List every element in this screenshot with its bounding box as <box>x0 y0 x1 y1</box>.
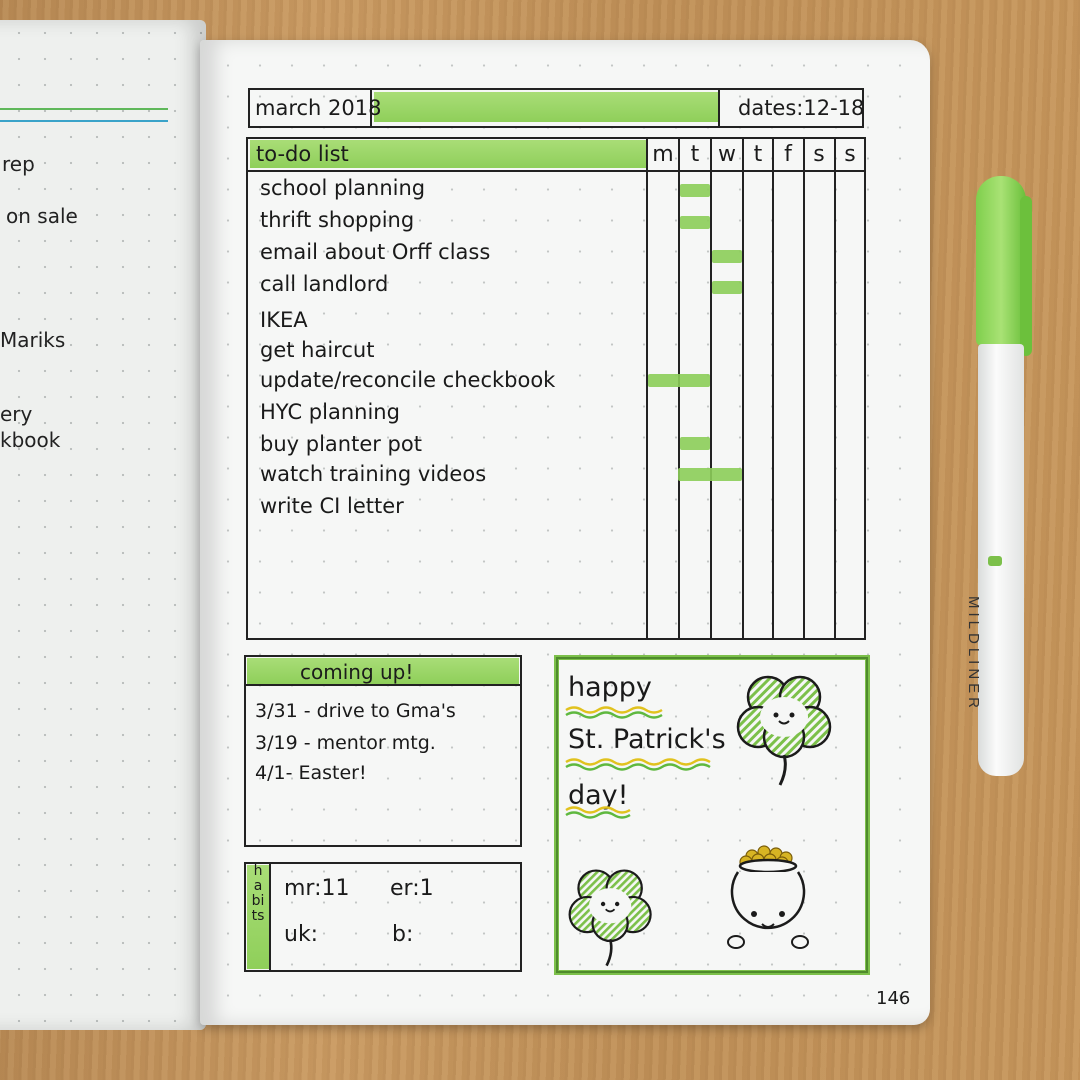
left-fragment: kbook <box>0 428 61 452</box>
day-column-line <box>678 137 680 640</box>
blue-rule-line <box>0 120 168 122</box>
day-header: s <box>813 142 825 167</box>
header-highlight <box>374 92 718 122</box>
decorative-waves <box>565 706 711 819</box>
habits-divider <box>269 862 271 972</box>
dates-label: dates:12-18 <box>738 96 865 120</box>
mildliner-marker: MILDLINER <box>965 176 1032 806</box>
event-item: 3/31 - drive to Gma's <box>255 700 456 722</box>
todo-item: HYC planning <box>260 400 400 424</box>
completion-mark <box>680 184 710 197</box>
left-page: rep on sale Mariks ery kbook <box>0 20 206 1030</box>
todo-title: to-do list <box>256 142 349 166</box>
day-header: t <box>690 142 700 167</box>
coming-up-rule <box>246 684 520 686</box>
left-fragment: Mariks <box>0 328 66 352</box>
todo-item: call landlord <box>260 272 389 296</box>
todo-item: update/reconcile checkbook <box>260 368 556 392</box>
completion-mark <box>712 250 742 263</box>
day-header: s <box>844 142 856 167</box>
completion-mark <box>712 281 742 294</box>
day-header: t <box>753 142 763 167</box>
day-header: f <box>784 142 792 167</box>
marker-clip <box>1020 196 1032 356</box>
completion-mark <box>678 468 742 481</box>
event-item: 4/1- Easter! <box>255 762 367 784</box>
greeting-line-1: happy <box>568 672 652 703</box>
habits-label: habits <box>251 863 265 924</box>
day-column-line <box>772 137 774 640</box>
habit-entry: b: <box>392 922 414 947</box>
habit-entry: uk: <box>284 922 319 947</box>
completion-mark <box>648 374 710 387</box>
todo-item: email about Orff class <box>260 240 491 264</box>
event-item: 3/19 - mentor mtg. <box>255 732 436 754</box>
page-number: 146 <box>876 988 911 1009</box>
green-rule-line <box>0 108 168 110</box>
marker-band <box>988 556 1002 566</box>
shamrock-icon <box>568 869 652 967</box>
month-label: march 2018 <box>255 96 382 120</box>
day-column-line <box>646 137 648 640</box>
coming-up-title: coming up! <box>300 660 414 684</box>
day-header: m <box>652 142 674 167</box>
day-header: w <box>718 142 736 167</box>
todo-item: IKEA <box>260 308 308 332</box>
habit-entry: mr:11 <box>284 876 350 901</box>
todo-item: buy planter pot <box>260 432 422 456</box>
todo-item: thrift shopping <box>260 208 415 232</box>
habit-entry: er:1 <box>390 876 434 901</box>
left-fragment: on sale <box>6 204 78 228</box>
left-fragment: rep <box>2 152 35 176</box>
marker-brand: MILDLINER <box>965 596 982 713</box>
pot-of-gold-icon <box>727 845 809 949</box>
marker-cap <box>976 176 1026 346</box>
header-divider <box>718 88 720 128</box>
completion-mark <box>680 437 710 450</box>
shamrock-icon <box>736 675 832 786</box>
day-column-line <box>710 137 712 640</box>
todo-item: watch training videos <box>260 462 487 486</box>
day-column-line <box>803 137 805 640</box>
day-column-line <box>742 137 744 640</box>
completion-mark <box>680 216 710 229</box>
todo-item: school planning <box>260 176 426 200</box>
todo-item: write CI letter <box>260 494 404 518</box>
todo-item: get haircut <box>260 338 375 362</box>
left-fragment: ery <box>0 402 33 426</box>
day-column-line <box>834 137 836 640</box>
